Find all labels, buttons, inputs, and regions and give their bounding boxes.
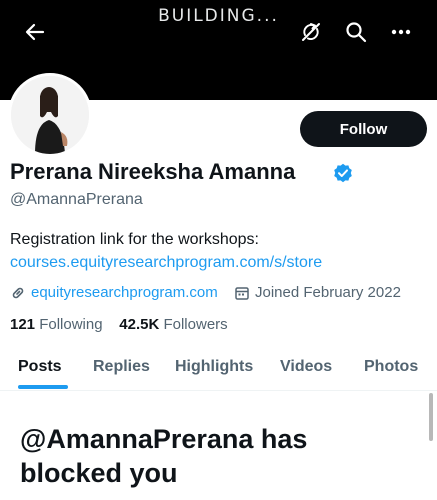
following-count: 121 [10, 316, 36, 333]
refresh-icon[interactable] [298, 19, 324, 45]
follow-button[interactable]: Follow [300, 111, 427, 147]
website-row[interactable]: equityresearchprogram.com [10, 284, 218, 301]
banner-title: BUILDING... [158, 6, 279, 26]
followers-label: Followers [163, 316, 228, 333]
avatar-photo [11, 76, 89, 154]
verified-badge-icon [333, 163, 353, 183]
link-icon [10, 285, 26, 301]
avatar[interactable] [8, 73, 92, 157]
bio-link[interactable]: courses.equityresearchprogram.com/s/stor… [10, 254, 322, 272]
follow-stats: 121 Following 42.5K Followers [10, 316, 228, 333]
tab-videos[interactable]: Videos [280, 345, 332, 390]
tab-posts[interactable]: Posts [18, 345, 62, 390]
blocked-message: @AmannaPrerana has blocked you [20, 424, 308, 488]
active-tab-indicator [18, 385, 68, 389]
followers-link[interactable]: 42.5K Followers [119, 316, 227, 333]
tab-replies[interactable]: Replies [93, 345, 150, 390]
tab-highlights[interactable]: Highlights [175, 345, 253, 390]
followers-count: 42.5K [119, 316, 160, 333]
calendar-icon [234, 285, 250, 301]
back-arrow-icon[interactable] [22, 19, 48, 45]
profile-handle: @AmannaPrerana [10, 191, 143, 208]
scrollbar[interactable] [429, 393, 433, 441]
more-icon[interactable] [388, 19, 414, 45]
following-label: Following [39, 316, 103, 333]
profile-name: Prerana Nireeksha Amanna [10, 159, 296, 184]
search-icon[interactable] [343, 19, 369, 45]
tab-photos[interactable]: Photos [364, 345, 418, 390]
bio-text: Registration link for the workshops: [10, 231, 259, 248]
joined-row: Joined February 2022 [234, 284, 401, 301]
joined-date: Joined February 2022 [255, 284, 401, 301]
following-link[interactable]: 121 Following [10, 316, 107, 333]
website-link[interactable]: equityresearchprogram.com [31, 284, 218, 301]
